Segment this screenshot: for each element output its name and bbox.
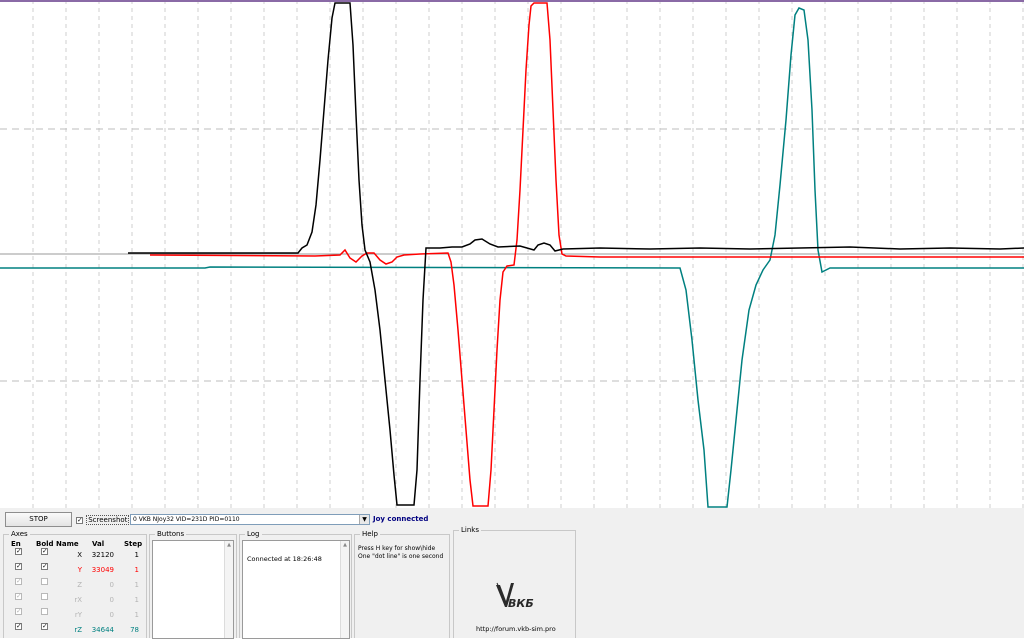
axes-header-name: Name: [56, 540, 79, 548]
help-group: Help Press H key for show\hide One "dot …: [354, 530, 450, 638]
axis-enable-checkbox[interactable]: ✓: [15, 578, 22, 585]
forum-link[interactable]: http://forum.vkb-sim.pro: [476, 625, 556, 633]
axis-row: ✓ rY 0 1: [4, 608, 149, 622]
chevron-down-icon[interactable]: ▼: [359, 515, 369, 524]
axis-name: Z: [77, 581, 82, 589]
axis-name: rY: [74, 611, 82, 619]
axis-value: 33049: [91, 566, 114, 574]
axis-row: ✓ ✓ X 32120 1: [4, 548, 149, 562]
axis-name: Y: [77, 566, 82, 574]
control-panel: STOP ✓ Screenshot 0 VKB NJoy32 VID=231D …: [0, 508, 1024, 639]
axis-bold-checkbox[interactable]: [41, 593, 48, 600]
axis-value: 0: [109, 596, 114, 604]
log-list[interactable]: Connected at 18:26:48 ▲: [242, 540, 350, 639]
scroll-up-icon[interactable]: ▲: [341, 541, 349, 549]
log-entry: Connected at 18:26:48: [247, 555, 322, 563]
axis-enable-checkbox[interactable]: ✓: [15, 548, 22, 555]
help-text-line-1: Press H key for show\hide: [358, 545, 436, 552]
buttons-scrollbar[interactable]: ▲: [224, 541, 233, 638]
axis-bold-checkbox[interactable]: ✓: [41, 563, 48, 570]
stop-button[interactable]: STOP: [5, 512, 72, 527]
axis-bold-checkbox[interactable]: ✓: [41, 548, 48, 555]
axis-step: 1: [134, 581, 139, 589]
axis-step: 1: [134, 566, 139, 574]
axis-value: 0: [109, 581, 114, 589]
axis-value: 32120: [91, 551, 114, 559]
axis-value: 34644: [91, 626, 114, 634]
axis-step: 1: [134, 596, 139, 604]
log-group-title: Log: [245, 530, 262, 538]
axis-row: ✓ ✓ Y 33049 1: [4, 563, 149, 577]
axis-enable-checkbox[interactable]: ✓: [15, 623, 22, 630]
vkb-logo[interactable]: ВКБ: [494, 581, 542, 613]
screenshot-label: Screenshot: [86, 515, 130, 525]
links-group-title: Links: [459, 526, 481, 534]
axis-name: rX: [74, 596, 82, 604]
axis-row: ✓ ✓ rZ 34644 78: [4, 623, 149, 637]
axis-bold-checkbox[interactable]: ✓: [41, 623, 48, 630]
log-group: Log Connected at 18:26:48 ▲: [239, 530, 352, 639]
axis-enable-checkbox[interactable]: ✓: [15, 563, 22, 570]
help-group-title: Help: [360, 530, 380, 538]
axis-enable-checkbox[interactable]: ✓: [15, 593, 22, 600]
device-select-value: 0 VKB NJoy32 VID=231D PID=0110: [133, 516, 240, 523]
log-scrollbar[interactable]: ▲: [340, 541, 349, 638]
axis-enable-checkbox[interactable]: ✓: [15, 608, 22, 615]
axis-row: ✓ Z 0 1: [4, 578, 149, 592]
links-group: Links ВКБ http://forum.vkb-sim.pro: [453, 526, 576, 638]
vkb-logo-text: ВКБ: [508, 597, 534, 610]
axis-step: 1: [134, 611, 139, 619]
device-select[interactable]: 0 VKB NJoy32 VID=231D PID=0110 ▼: [130, 514, 370, 525]
axes-group: Axes En Bold Name Val Step ✓ ✓ X 32120 1 ✓ ✓ Y 3…: [3, 530, 149, 638]
axes-group-title: Axes: [9, 530, 30, 538]
axis-step: 78: [130, 626, 139, 634]
help-text-line-2: One "dot line" is one second: [358, 553, 444, 560]
axis-name: rZ: [74, 626, 82, 634]
buttons-list[interactable]: ▲: [152, 540, 234, 639]
screenshot-check-box[interactable]: ✓: [76, 516, 83, 524]
axis-value: 0: [109, 611, 114, 619]
axis-name: X: [77, 551, 82, 559]
buttons-group: Buttons ▲: [149, 530, 237, 639]
axis-plot: [0, 0, 1024, 508]
axis-bold-checkbox[interactable]: [41, 608, 48, 615]
screenshot-checkbox[interactable]: ✓ Screenshot: [76, 515, 130, 525]
axis-bold-checkbox[interactable]: [41, 578, 48, 585]
scroll-up-icon[interactable]: ▲: [225, 541, 233, 549]
connection-status: Joy connected: [373, 515, 429, 523]
axis-step: 1: [134, 551, 139, 559]
axis-row: ✓ rX 0 1: [4, 593, 149, 607]
buttons-group-title: Buttons: [155, 530, 187, 538]
axes-header-step: Step: [124, 540, 143, 548]
axes-header-val: Val: [92, 540, 105, 548]
